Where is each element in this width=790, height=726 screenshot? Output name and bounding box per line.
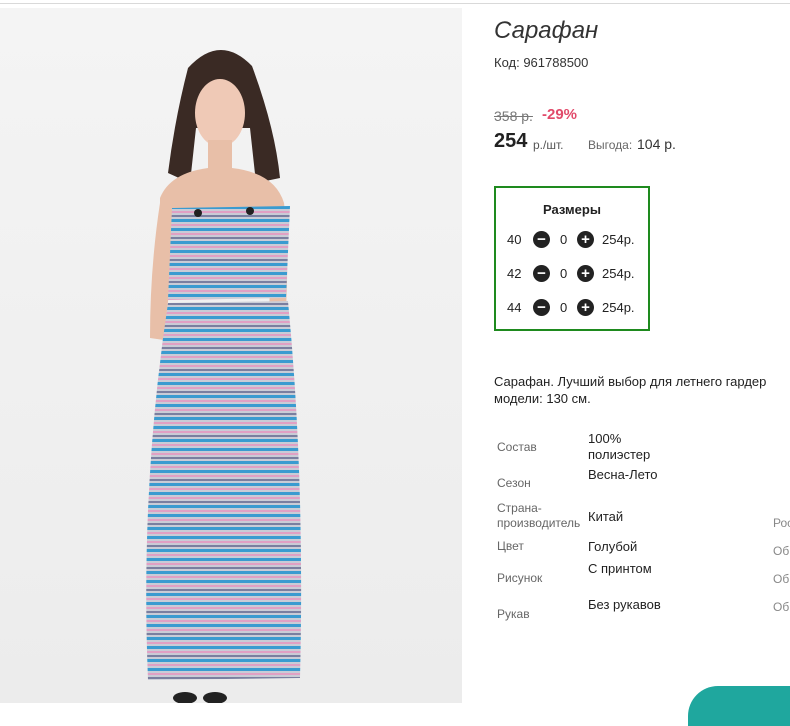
property-label: Состав <box>497 440 537 454</box>
current-price: 254 <box>494 130 528 152</box>
product-code: Код: 961788500 <box>494 55 589 70</box>
truncated-column-label: Рос <box>773 516 790 530</box>
truncated-column-label: Об <box>773 572 790 586</box>
discount-badge: -29% <box>542 106 578 123</box>
size-quantity: 0 <box>560 232 568 247</box>
property-label: Рисунок <box>497 571 543 585</box>
description-line: Сарафан. Лучший выбор для летнего гардер <box>494 374 767 389</box>
size-price: 254р. <box>602 300 635 315</box>
product-title: Сарафан <box>494 17 599 44</box>
property-value: 100% полиэстер <box>588 431 651 462</box>
property-value: Голубой <box>588 539 638 554</box>
plus-circle-icon[interactable]: + <box>577 265 594 282</box>
size-quantity: 0 <box>560 300 568 315</box>
size-label: 42 <box>507 266 522 281</box>
sizes-panel: Размеры 40 − 0 + 254р. 42 − 0 + 254р. 44… <box>494 186 650 331</box>
property-label: Рукав <box>497 607 530 621</box>
price-unit: р./шт. <box>533 138 564 152</box>
product-description: Сарафан. Лучший выбор для летнего гардер… <box>494 373 790 407</box>
product-photo[interactable] <box>0 8 462 703</box>
truncated-column-label: Об <box>773 600 790 614</box>
property-label: Сезон <box>497 476 531 490</box>
savings-value: 104 р. <box>637 136 676 152</box>
model-in-dress-image <box>146 49 302 703</box>
truncated-column-label: Об <box>773 544 790 558</box>
property-value: Весна-Лето <box>588 467 658 482</box>
minus-circle-icon[interactable]: − <box>533 299 550 316</box>
description-line: модели: 130 см. <box>494 391 591 406</box>
sizes-title: Размеры <box>543 202 601 217</box>
floating-action-button[interactable] <box>688 686 790 726</box>
top-divider <box>0 3 790 4</box>
property-label: Цвет <box>497 539 524 553</box>
property-value: С принтом <box>588 561 652 576</box>
minus-circle-icon[interactable]: − <box>533 265 550 282</box>
plus-circle-icon[interactable]: + <box>577 231 594 248</box>
old-price: 358 р. <box>494 108 533 124</box>
plus-circle-icon[interactable]: + <box>577 299 594 316</box>
property-value: Китай <box>588 509 624 524</box>
minus-circle-icon[interactable]: − <box>533 231 550 248</box>
property-label: Страна-производитель <box>497 501 581 530</box>
property-value: Без рукавов <box>588 597 661 612</box>
size-price: 254р. <box>602 266 635 281</box>
size-label: 40 <box>507 232 522 247</box>
size-label: 44 <box>507 300 522 315</box>
size-quantity: 0 <box>560 266 568 281</box>
savings-label: Выгода: <box>588 138 633 152</box>
size-price: 254р. <box>602 232 635 247</box>
